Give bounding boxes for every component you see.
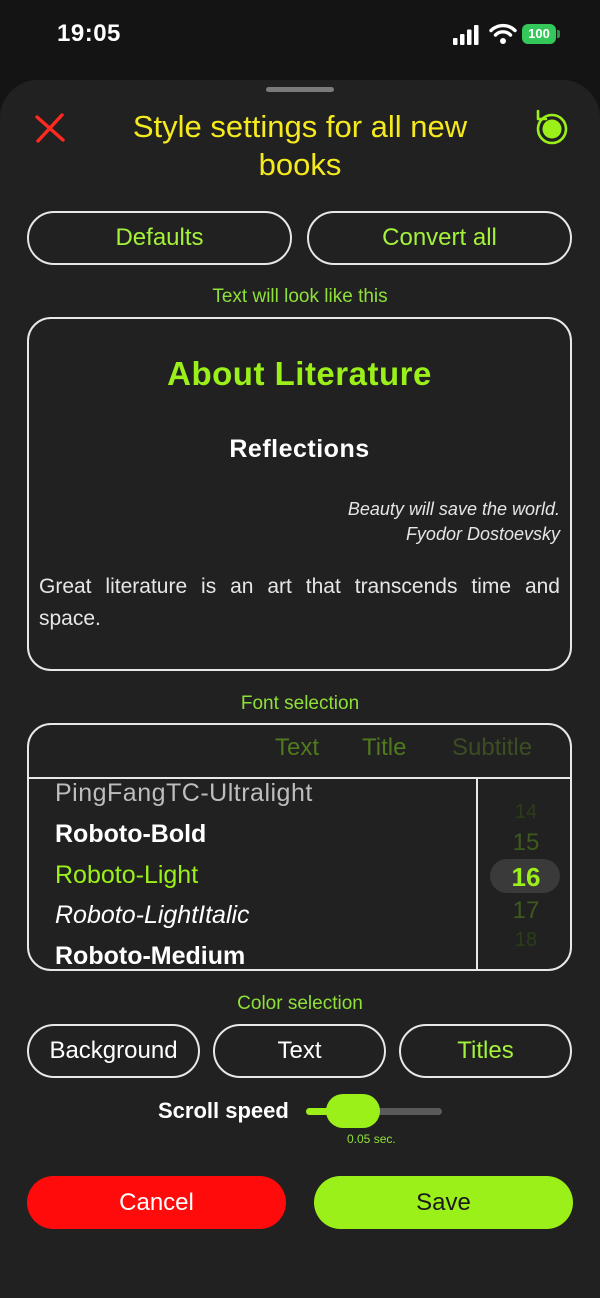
preview-quote-author: Fyodor Dostoevsky [405,524,560,544]
tab-subtitle[interactable]: Subtitle [452,734,532,762]
font-item[interactable]: Roboto-LightItalic [55,901,250,930]
status-time: 19:05 [57,20,121,47]
color-selection-label: Color selection [237,993,363,1014]
page-title: Style settings for all new books [132,109,468,182]
titles-color-button[interactable]: Titles [399,1024,572,1078]
tab-text[interactable]: Text [275,734,319,762]
background-color-button[interactable]: Background [27,1024,200,1078]
scroll-speed-thumb[interactable] [326,1094,380,1128]
font-item-selected[interactable]: Roboto-Light [55,861,198,890]
battery-icon: 100 [522,24,560,44]
preview-quote: Beauty will save the world. [347,499,560,519]
font-item[interactable]: Roboto-Bold [55,820,206,849]
tab-title[interactable]: Title [362,734,406,762]
text-color-button[interactable]: Text [213,1024,386,1078]
text-preview: About Literature Reflections Beauty will… [27,317,572,671]
font-selection-label: Font selection [240,693,360,714]
reset-icon[interactable] [532,108,570,146]
size-item[interactable]: 15 [478,829,570,857]
preview-label: Text will look like this [212,286,388,307]
sheet-grabber[interactable] [266,87,334,92]
preview-epigraph: Beauty will save the world. Fyodor Dosto… [348,497,560,547]
scroll-speed-value: 0.05 sec. [347,1132,396,1146]
status-bar: 19:05 100 [0,0,600,72]
cancel-button[interactable]: Cancel [27,1176,286,1229]
save-button[interactable]: Save [314,1176,573,1229]
battery-level: 100 [522,24,556,44]
wifi-icon [489,23,517,44]
size-item-selected[interactable]: 16 [478,862,570,893]
convert-all-button[interactable]: Convert all [307,211,572,265]
preview-subheading: Reflections [229,435,370,463]
font-target-tabs: Text Title Subtitle [29,725,570,779]
cellular-signal-icon [453,25,479,45]
font-item[interactable]: Roboto-Medium [55,942,245,969]
size-item[interactable]: 14 [478,801,570,824]
defaults-button[interactable]: Defaults [27,211,292,265]
font-item[interactable]: PingFangTC-Ultralight [55,779,313,808]
size-item[interactable]: 17 [478,897,570,925]
close-icon[interactable] [33,111,67,145]
preview-heading: About Literature [167,355,432,392]
font-size-picker[interactable]: 14 15 16 17 18 [478,779,570,969]
scroll-speed-label: Scroll speed [158,1098,289,1123]
preview-body: Great literature is an art that transcen… [39,575,560,630]
size-item[interactable]: 18 [478,929,570,952]
font-selection-panel: Text Title Subtitle PingFangTC-Ultraligh… [27,723,572,971]
font-list[interactable]: PingFangTC-Ultralight Roboto-Bold Roboto… [29,779,476,969]
